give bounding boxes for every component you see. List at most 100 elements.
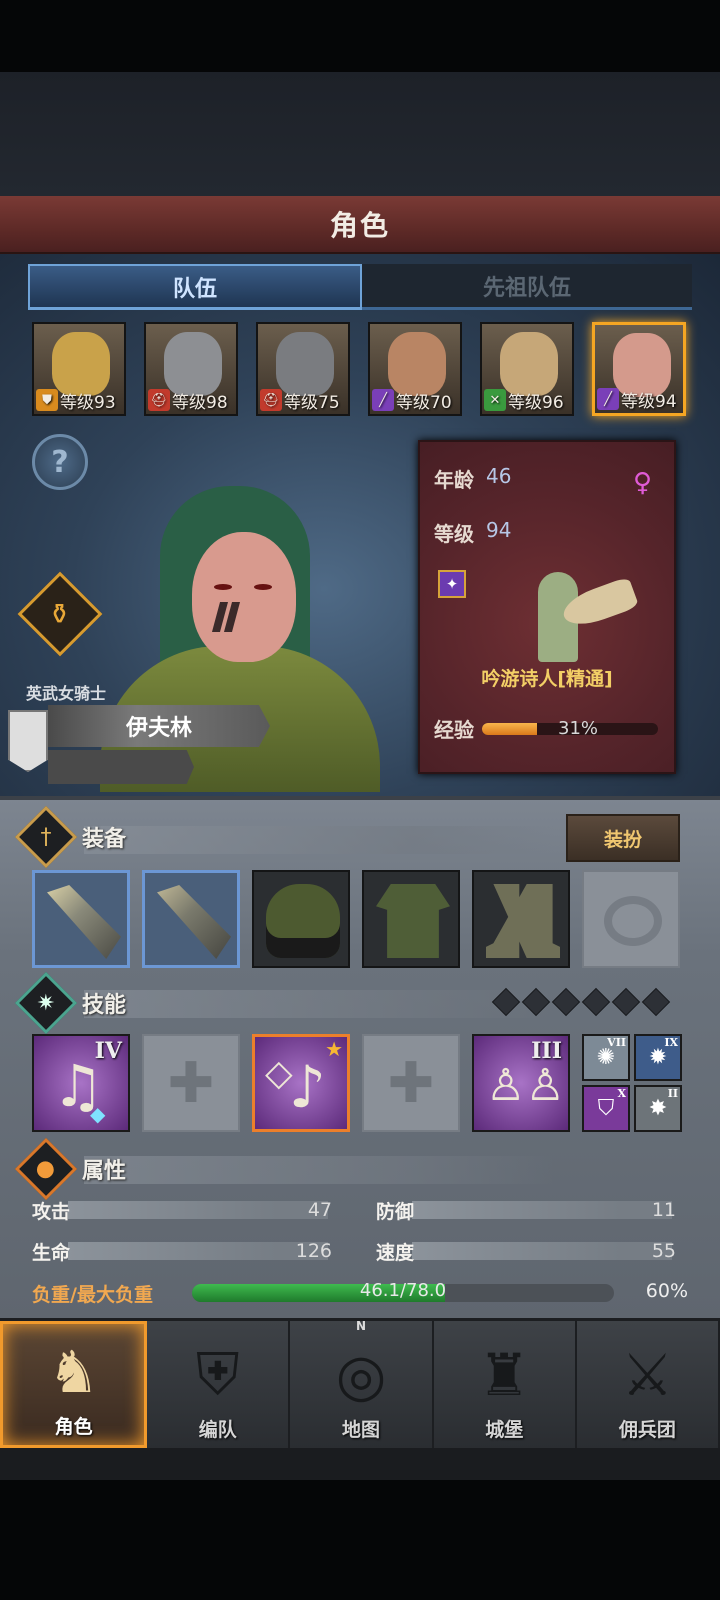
knight-icon: ♞ <box>47 1338 100 1406</box>
nav-formation[interactable]: ⛨ 编队 <box>147 1321 291 1448</box>
section-strip <box>84 990 554 1018</box>
nav-label: 编队 <box>198 1419 237 1441</box>
shield-icon: ⛊ <box>36 389 58 411</box>
equip-slot-hood[interactable] <box>252 870 350 968</box>
member-portrait <box>276 332 334 396</box>
person-icon: ● <box>36 1156 56 1182</box>
roster-member[interactable]: ✕ 等级96 <box>480 322 574 416</box>
character-info-card: 年龄 46 ♀ 等级 94 ✦ 吟游诗人[精通] 经验 31% <box>418 440 676 774</box>
roster-member[interactable]: ⛊ 等级93 <box>32 322 126 416</box>
people-icon: ♙♙ <box>486 1060 565 1111</box>
exp-label: 经验 <box>434 718 474 742</box>
stat-value: 47 <box>307 1199 332 1221</box>
skill-rank: IV <box>94 1038 122 1064</box>
explosion-icon: ✸ <box>648 1096 668 1121</box>
skill-slot-song[interactable]: ♫ IV ◆ <box>32 1034 130 1132</box>
nav-label: 佣兵团 <box>618 1419 676 1441</box>
attributes-title: 属性 <box>82 1159 127 1184</box>
passive-skill[interactable]: ⛉ X <box>582 1085 630 1132</box>
load-label: 负重/最大负重 <box>32 1284 153 1306</box>
equipment-row <box>32 870 680 968</box>
help-button[interactable]: ? <box>32 434 88 490</box>
nav-label: 角色 <box>54 1416 93 1438</box>
stat-label: 速度 <box>376 1241 415 1264</box>
bottom-spacer <box>0 1448 720 1480</box>
passive-skill[interactable]: ✸ II <box>634 1085 682 1132</box>
nav-castle[interactable]: ♜ 城堡 <box>433 1321 577 1448</box>
skill-slot-empty[interactable]: ✚ <box>362 1034 460 1132</box>
skill-slot-empty[interactable]: ✚ <box>142 1034 240 1132</box>
level-row: 等级 94 <box>434 518 511 547</box>
roster-member[interactable]: ⛑ 等级98 <box>144 322 238 416</box>
roster-member[interactable]: ╱ 等级94 <box>592 322 686 416</box>
name-plate-lower <box>48 750 194 784</box>
formation-icon: ⛨ <box>196 1340 240 1408</box>
gauntlet-icon <box>47 885 121 959</box>
portrait-eye <box>214 584 232 590</box>
equipment-badge: † <box>14 805 78 869</box>
passive-skill[interactable]: ✹ IX <box>634 1034 682 1081</box>
cross-icon: ✚ <box>387 1050 435 1116</box>
female-icon: ♀ <box>632 468 652 498</box>
equip-slot-boots[interactable] <box>472 870 570 968</box>
equip-slot-off-weapon[interactable] <box>142 870 240 968</box>
stat-value: 55 <box>651 1240 676 1262</box>
top-spacer <box>0 72 720 196</box>
member-level: ╱ 等级70 <box>370 388 460 413</box>
nav-map[interactable]: N ◎ 地图 <box>290 1319 434 1448</box>
skill-point-diamond <box>491 987 521 1017</box>
character-title: 英武女骑士 <box>26 684 107 703</box>
level-value: 94 <box>486 518 512 542</box>
roster-member[interactable]: ╱ 等级70 <box>368 322 462 416</box>
member-level-label: 等级96 <box>508 392 564 413</box>
bard-figure <box>516 562 640 662</box>
potion-icon: ⚱ <box>48 597 72 631</box>
character-name[interactable]: 伊夫林 <box>48 705 270 747</box>
roster-member[interactable]: ⛑ 等级75 <box>256 322 350 416</box>
star-icon: ★ <box>325 1037 343 1061</box>
gem-icon: ◆ <box>90 1102 106 1126</box>
member-level-label: 等级70 <box>396 392 452 413</box>
equip-slot-tunic[interactable] <box>362 870 460 968</box>
member-portrait <box>388 332 446 396</box>
stat-bar <box>68 1201 328 1219</box>
stat-attack: 攻击 47 <box>32 1197 332 1223</box>
equip-slot-main-weapon[interactable] <box>32 870 130 968</box>
load-value: 46.1/78.0 <box>359 1280 447 1301</box>
equip-slot-ring[interactable] <box>582 870 680 968</box>
question-icon: ? <box>51 444 69 480</box>
dress-up-button[interactable]: 装扮 <box>566 814 680 862</box>
ring-icon <box>604 896 662 946</box>
nav-character[interactable]: ♞ 角色 <box>0 1321 148 1448</box>
swords-icon: ✕ <box>484 389 506 411</box>
passive-skill[interactable]: ✺ VII <box>582 1034 630 1081</box>
tab-team[interactable]: 队伍 <box>28 264 362 310</box>
banner-icon[interactable] <box>8 710 48 772</box>
castle-icon: ♜ <box>478 1341 531 1409</box>
member-level-label: 等级93 <box>60 392 116 413</box>
compass-icon: ◎ <box>335 1341 387 1409</box>
exp-row: 经验 31% <box>434 714 658 743</box>
stat-bar <box>412 1201 672 1219</box>
page-title: 角色 <box>329 209 390 242</box>
stat-value: 126 <box>295 1240 332 1262</box>
stat-label: 攻击 <box>32 1200 71 1223</box>
portrait-face <box>192 532 296 662</box>
member-level: ╱ 等级94 <box>595 387 683 412</box>
helmet-icon: ⛑ <box>260 389 282 411</box>
tunic-icon <box>376 884 450 958</box>
skill-slot-song-star[interactable]: ♪ ◇ ★ <box>252 1034 350 1132</box>
passive-rank: II <box>667 1087 678 1100</box>
wand-icon: ╱ <box>597 388 619 410</box>
stat-defense: 防御 11 <box>376 1197 676 1223</box>
skill-slot-crowd[interactable]: ♙♙ III <box>472 1034 570 1132</box>
passive-rank: X <box>617 1087 626 1100</box>
nav-mercenary[interactable]: ⚔ 佣兵团 <box>576 1321 720 1448</box>
team-roster: ⛊ 等级93 ⛑ 等级98 ⛑ 等级75 ╱ 等级70 ✕ 等级96 ╱ 等级94 <box>32 322 692 416</box>
tab-ancestor-team[interactable]: 先祖队伍 <box>362 264 692 310</box>
member-level-label: 等级94 <box>621 391 677 412</box>
wand-icon[interactable]: ✦ <box>438 570 466 598</box>
skills-badge: ✷ <box>14 971 78 1035</box>
helmet-icon: ⛑ <box>148 389 170 411</box>
attributes-badge: ● <box>14 1137 78 1201</box>
